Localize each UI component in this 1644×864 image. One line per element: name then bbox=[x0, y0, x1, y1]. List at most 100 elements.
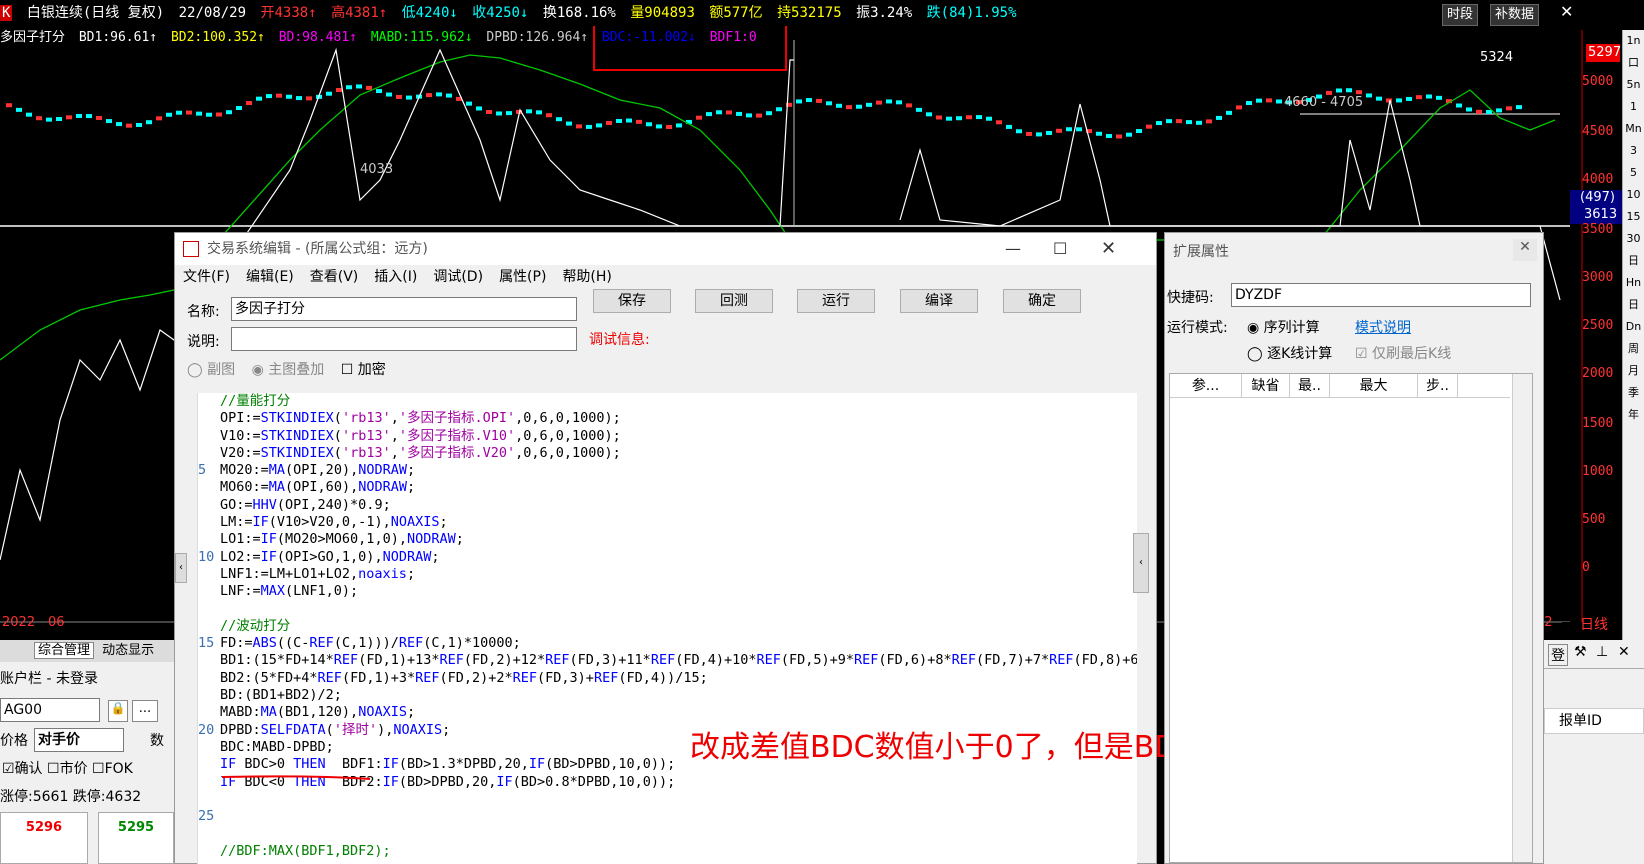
period-button[interactable]: 日 bbox=[1623, 250, 1644, 272]
price-tick: 3000 bbox=[1582, 270, 1614, 285]
editor-title: 交易系统编辑 - (所属公式组：远方) bbox=[207, 241, 428, 257]
menu-1[interactable]: 编辑(E) bbox=[246, 269, 294, 285]
period-button[interactable]: 1n bbox=[1623, 30, 1644, 52]
period-button[interactable]: 日 bbox=[1623, 294, 1644, 316]
code-editor[interactable]: 5 10 15 20 25 //量能打分 OPI:=STKINDIEX('rb13','… bbox=[197, 393, 1137, 864]
line-number: 20 bbox=[198, 721, 215, 738]
period-button[interactable]: 月 bbox=[1623, 360, 1644, 382]
range-label: 4660 - 4705 bbox=[1284, 95, 1364, 110]
param-table[interactable]: 参... 缺省 最.. 最大 步.. bbox=[1169, 373, 1533, 863]
encrypt-label: 加密 bbox=[357, 362, 386, 378]
period-button[interactable]: 5 bbox=[1623, 162, 1644, 184]
market-checkbox[interactable]: ☐ bbox=[47, 761, 60, 777]
menu-6[interactable]: 帮助(H) bbox=[562, 269, 611, 285]
period-button[interactable]: 3 bbox=[1623, 140, 1644, 162]
lock-icon[interactable]: 🔒 bbox=[108, 700, 128, 722]
menu-4[interactable]: 调试(D) bbox=[433, 269, 483, 285]
encrypt-checkbox[interactable]: ☐ bbox=[341, 362, 354, 378]
axis-badge-1: (497) bbox=[1580, 190, 1615, 205]
collapse-right-icon[interactable]: ‹ bbox=[1133, 533, 1149, 593]
param-col-header[interactable]: 缺省 bbox=[1242, 374, 1290, 398]
name-input[interactable]: 多因子打分 bbox=[231, 297, 577, 321]
mode-help-link[interactable]: 模式说明 bbox=[1355, 317, 1411, 337]
instrument-title[interactable]: 白银连续(日线 复权) bbox=[27, 5, 164, 21]
menu-5[interactable]: 属性(P) bbox=[499, 269, 546, 285]
indicator-name[interactable]: 多因子打分 bbox=[0, 30, 65, 45]
price-tick: 2500 bbox=[1582, 318, 1614, 333]
current-price-tag: 5297 bbox=[1588, 45, 1622, 60]
period-button[interactable]: Hn bbox=[1623, 272, 1644, 294]
mode-seq-radio[interactable]: ◉ 序列计算 bbox=[1247, 317, 1320, 337]
pin-icon[interactable]: ⊥ bbox=[1596, 644, 1608, 660]
hammer-icon[interactable]: ⚒ bbox=[1574, 644, 1587, 660]
editor-button-3[interactable]: 编译 bbox=[900, 289, 978, 313]
period-button[interactable]: 1 bbox=[1623, 96, 1644, 118]
line-number: 10 bbox=[198, 548, 215, 565]
menu-0[interactable]: 文件(F) bbox=[183, 269, 230, 285]
tab-overview[interactable]: 综合管理 bbox=[34, 642, 95, 659]
param-col-header[interactable]: 最.. bbox=[1290, 374, 1330, 398]
period-button[interactable]: 10 bbox=[1623, 184, 1644, 206]
collapse-left-icon[interactable]: ‹ bbox=[175, 553, 187, 583]
bd-value: BD:98.481↑ bbox=[278, 30, 357, 45]
period-button[interactable]: 5n bbox=[1623, 74, 1644, 96]
param-scrollbar[interactable] bbox=[1512, 374, 1532, 862]
bdf1-value: BDF1:0 bbox=[709, 30, 757, 45]
param-col-header[interactable]: 参... bbox=[1170, 374, 1242, 398]
editor-button-0[interactable]: 保存 bbox=[593, 289, 671, 313]
only-last-checkbox[interactable]: ☑ 仅刷最后K线 bbox=[1355, 343, 1451, 363]
close-panel-icon[interactable]: ✕ bbox=[1618, 644, 1630, 660]
radio-sub-chart[interactable]: ◯ bbox=[187, 362, 203, 378]
close-icon[interactable]: ✕ bbox=[1101, 233, 1116, 265]
period-button[interactable]: 15 bbox=[1623, 206, 1644, 228]
line-number: 5 bbox=[198, 462, 207, 479]
period-button[interactable]: Dn bbox=[1623, 316, 1644, 338]
menu-icon[interactable]: ✕ bbox=[1560, 2, 1573, 21]
price-type-select[interactable]: 对手价 bbox=[34, 728, 124, 752]
symbol-input[interactable]: AG00 bbox=[0, 698, 100, 722]
period-button[interactable]: Mn bbox=[1623, 118, 1644, 140]
peak-label: 5324 bbox=[1480, 50, 1514, 65]
more-button[interactable]: ... bbox=[132, 700, 158, 722]
menu-3[interactable]: 插入(I) bbox=[374, 269, 417, 285]
period-button[interactable]: 口 bbox=[1623, 52, 1644, 74]
period-toolbar: 1n 口 5n 1 Mn 3 5 10 15 30 日 Hn 日 Dn 周月季年 bbox=[1622, 30, 1644, 670]
hotkey-input[interactable]: DYZDF bbox=[1231, 283, 1531, 307]
period-button[interactable]: 年 bbox=[1623, 404, 1644, 426]
bd1-value: BD1:96.61↑ bbox=[78, 30, 158, 45]
price-tick: 500 bbox=[1582, 512, 1606, 527]
ext-close-icon[interactable]: ✕ bbox=[1513, 239, 1537, 261]
fill-data-button[interactable]: 补数据 bbox=[1490, 4, 1540, 26]
radio-main-overlay[interactable]: ◉ bbox=[252, 362, 264, 378]
desc-input[interactable] bbox=[231, 327, 577, 351]
param-col-header[interactable]: 最大 bbox=[1330, 374, 1418, 398]
report-id-header[interactable]: 报单ID bbox=[1544, 708, 1644, 734]
ask-button[interactable]: 5295 bbox=[98, 812, 174, 864]
period-button[interactable]: 季 bbox=[1623, 382, 1644, 404]
editor-button-1[interactable]: 回测 bbox=[695, 289, 773, 313]
period-button[interactable]: 周 bbox=[1623, 338, 1644, 360]
param-col-header[interactable]: 步.. bbox=[1418, 374, 1458, 398]
hotkey-label: 快捷码: bbox=[1167, 290, 1214, 306]
time-segment-button[interactable]: 时段 bbox=[1442, 4, 1479, 26]
editor-titlebar[interactable]: 交易系统编辑 - (所属公式组：远方) — ☐ ✕ bbox=[175, 233, 1156, 265]
mode-kline-radio[interactable]: ◯ 逐K线计算 bbox=[1247, 343, 1332, 363]
editor-button-4[interactable]: 确定 bbox=[1003, 289, 1081, 313]
code-text[interactable]: //量能打分 OPI:=STKINDIEX('rb13','多因子指标.OPI'… bbox=[220, 393, 1137, 860]
name-label: 名称: bbox=[187, 304, 220, 320]
editor-button-2[interactable]: 运行 bbox=[797, 289, 875, 313]
period-button[interactable]: 30 bbox=[1623, 228, 1644, 250]
login-button[interactable]: 登 bbox=[1548, 644, 1568, 666]
maximize-icon[interactable]: ☐ bbox=[1053, 233, 1067, 265]
period-label[interactable]: 日线 bbox=[1580, 614, 1608, 634]
price-tick: 4500 bbox=[1582, 124, 1614, 139]
mode-seq-label: 序列计算 bbox=[1263, 320, 1320, 336]
turnover: 换168.16% bbox=[542, 5, 616, 21]
minimize-icon[interactable]: — bbox=[1005, 233, 1021, 265]
fok-checkbox[interactable]: ☐ bbox=[92, 761, 105, 777]
menu-2[interactable]: 查看(V) bbox=[310, 269, 359, 285]
confirm-checkbox[interactable]: ☑ bbox=[2, 761, 15, 777]
bid-button[interactable]: 5296 bbox=[0, 812, 88, 864]
tab-dynamic[interactable]: 动态显示 bbox=[102, 643, 154, 658]
extension-properties-panel: 扩展属性 ✕ 快捷码: DYZDF 运行模式: ◉ 序列计算 模式说明 ◯ 逐K… bbox=[1164, 232, 1544, 864]
